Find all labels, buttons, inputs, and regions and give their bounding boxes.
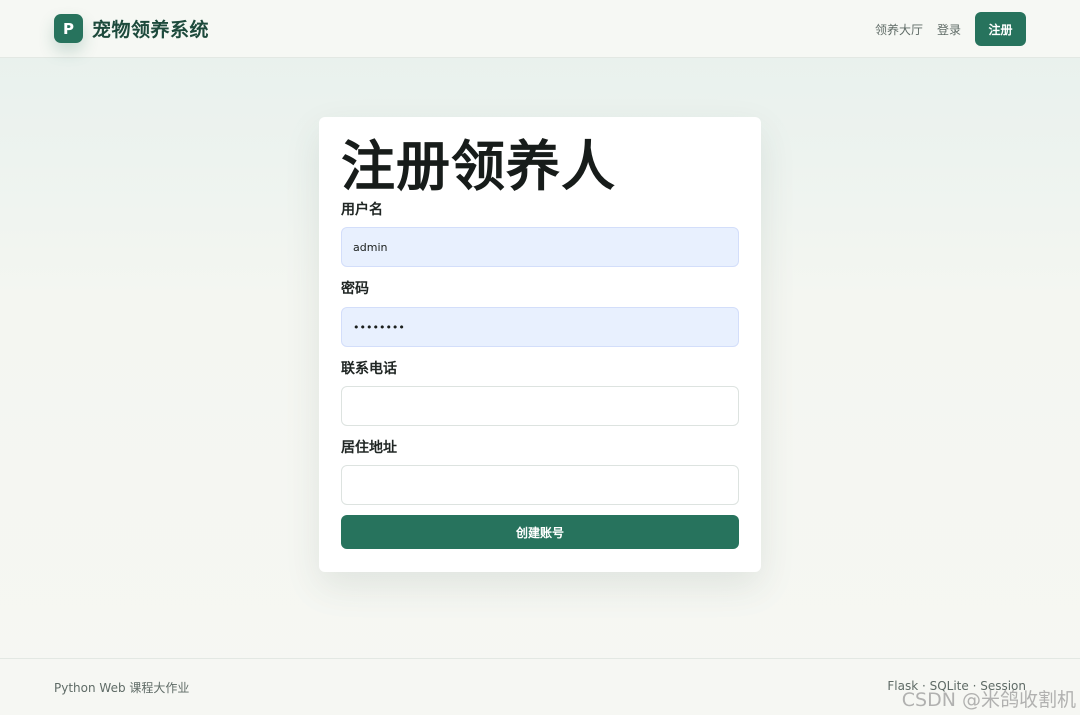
footer-course-text: Python Web 课程大作业 bbox=[54, 681, 190, 695]
password-label: 密码 bbox=[341, 281, 369, 297]
password-input[interactable] bbox=[341, 307, 739, 347]
brand-name: 宠物领养系统 bbox=[92, 19, 210, 41]
nav-link-login[interactable]: 登录 bbox=[937, 21, 961, 38]
top-navbar: P 宠物领养系统 领养大厅 登录 注册 bbox=[0, 0, 1080, 58]
nav-link-adoption-hall[interactable]: 领养大厅 bbox=[875, 21, 923, 38]
phone-input[interactable] bbox=[341, 386, 739, 426]
brand-logo-icon: P bbox=[54, 14, 83, 43]
nav-register-button[interactable]: 注册 bbox=[975, 12, 1026, 46]
address-input[interactable] bbox=[341, 465, 739, 505]
username-input[interactable] bbox=[341, 227, 739, 267]
address-label: 居住地址 bbox=[341, 440, 397, 456]
phone-label: 联系电话 bbox=[341, 361, 397, 377]
csdn-watermark: CSDN @米鸽收割机 bbox=[901, 689, 1076, 711]
brand[interactable]: P 宠物领养系统 bbox=[54, 14, 209, 43]
username-label: 用户名 bbox=[341, 202, 383, 218]
register-card: 注册领养人 用户名 密码 联系电话 居住地址 创建账号 bbox=[319, 117, 761, 572]
page-title: 注册领养人 bbox=[341, 135, 616, 198]
nav-menu: 领养大厅 登录 注册 bbox=[861, 12, 1026, 46]
create-account-button[interactable]: 创建账号 bbox=[341, 515, 739, 549]
